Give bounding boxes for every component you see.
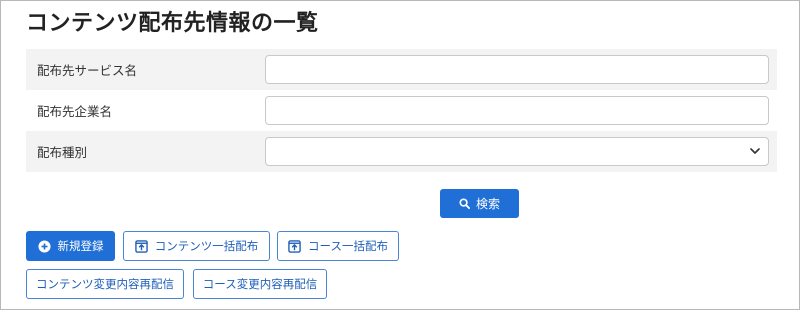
search-button-label: 検索 xyxy=(475,197,500,211)
service-name-row: 配布先サービス名 xyxy=(26,49,777,90)
content-redistribute-label: コンテンツ変更内容再配信 xyxy=(36,277,174,291)
company-name-label: 配布先企業名 xyxy=(37,104,113,119)
distribution-type-label: 配布種別 xyxy=(37,145,88,160)
content-redistribute-button[interactable]: コンテンツ変更内容再配信 xyxy=(26,269,184,299)
chevron-down-icon xyxy=(750,148,760,155)
new-register-label: 新規登録 xyxy=(57,239,104,253)
course-redistribute-label: コース変更内容再配信 xyxy=(202,277,318,291)
page-frame: コンテンツ配布先情報の一覧 配布先サービス名 配布先企業名 配布種別 検索 新規… xyxy=(0,0,800,310)
company-name-row: 配布先企業名 xyxy=(26,90,777,131)
new-register-button[interactable]: 新規登録 xyxy=(26,231,115,261)
magnifier-icon xyxy=(459,198,470,209)
distribution-type-row: 配布種別 xyxy=(26,131,777,172)
search-button[interactable]: 検索 xyxy=(440,189,519,218)
upload-box-icon xyxy=(288,239,301,253)
bulk-content-distribute-label: コンテンツ一括配布 xyxy=(154,239,259,253)
bulk-course-distribute-label: コース一括配布 xyxy=(308,239,388,253)
service-name-input[interactable] xyxy=(265,55,769,84)
page-title: コンテンツ配布先情報の一覧 xyxy=(26,11,319,36)
bulk-content-distribute-button[interactable]: コンテンツ一括配布 xyxy=(123,231,270,261)
distribution-type-select[interactable] xyxy=(265,137,769,166)
course-redistribute-button[interactable]: コース変更内容再配信 xyxy=(193,269,327,299)
company-name-input[interactable] xyxy=(265,96,769,125)
bulk-course-distribute-button[interactable]: コース一括配布 xyxy=(277,231,399,261)
service-name-label: 配布先サービス名 xyxy=(37,63,138,78)
upload-box-icon xyxy=(134,239,148,253)
plus-circle-icon xyxy=(37,239,51,253)
